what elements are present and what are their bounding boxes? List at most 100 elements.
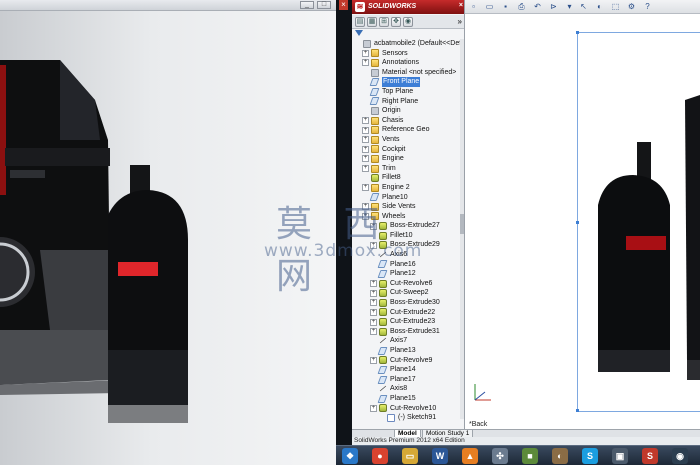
expand-icon[interactable]: +: [362, 203, 369, 211]
expand-icon[interactable]: +: [362, 49, 369, 57]
tree-item[interactable]: + Annotations: [352, 58, 460, 68]
tree-item[interactable]: Axis8: [352, 384, 460, 394]
network-icon[interactable]: ✣: [492, 448, 508, 464]
tree-item[interactable]: Plane17: [352, 375, 460, 385]
monitor-icon[interactable]: ▣: [612, 448, 628, 464]
tree-item-label: Trim: [382, 164, 396, 172]
expand-icon[interactable]: +: [362, 145, 369, 153]
tree-item[interactable]: Right Plane: [352, 97, 460, 107]
tree-item[interactable]: + Side Vents: [352, 202, 460, 212]
tree-item[interactable]: (-) Sketch91: [352, 413, 460, 423]
tree-item[interactable]: Plane14: [352, 365, 460, 375]
expand-icon[interactable]: +: [370, 318, 377, 326]
tree-item[interactable]: + Vents: [352, 135, 460, 145]
expand-icon[interactable]: +: [370, 289, 377, 297]
axis-icon: [379, 337, 387, 344]
tree-filter-row[interactable]: [352, 30, 464, 39]
property-manager-tab-icon[interactable]: ▦: [367, 17, 377, 27]
word-icon[interactable]: W: [432, 448, 448, 464]
tree-item-label: Cut-Extrude23: [390, 318, 436, 326]
chrome-icon[interactable]: ●: [372, 448, 388, 464]
tree-item[interactable]: + Cut-Revolve6: [352, 279, 460, 289]
close-icon[interactable]: ×: [339, 0, 348, 10]
tree-item[interactable]: + Cut-Revolve9: [352, 356, 460, 366]
expand-icon[interactable]: +: [370, 222, 377, 230]
expand-icon[interactable]: +: [362, 212, 369, 220]
expand-icon[interactable]: +: [362, 184, 369, 192]
expand-icon[interactable]: +: [370, 356, 377, 364]
tree-item[interactable]: Fillet10: [352, 231, 460, 241]
tree-item[interactable]: Material <not specified>: [352, 68, 460, 78]
dimxpert-tab-icon[interactable]: ✥: [391, 17, 401, 27]
media-icon[interactable]: ◐: [552, 448, 568, 464]
tree-item[interactable]: acbatmobile2 (Default<<Defau: [352, 39, 464, 49]
feature-manager-tab-icon[interactable]: ▤: [355, 17, 365, 27]
feat-icon: [379, 289, 387, 298]
tree-item[interactable]: + Cut-Extrude22: [352, 308, 460, 318]
left-graphics-viewport[interactable]: _ □: [0, 0, 336, 465]
tree-item[interactable]: + Cut-Extrude23: [352, 317, 460, 327]
tree-item-label: Engine 2: [382, 183, 410, 191]
windows-start-icon[interactable]: ❖: [342, 448, 358, 464]
expand-icon[interactable]: +: [362, 155, 369, 163]
tree-item[interactable]: Plane16: [352, 260, 460, 270]
expand-icon[interactable]: +: [362, 136, 369, 144]
expand-icon[interactable]: +: [362, 165, 369, 173]
tree-item[interactable]: Axis6: [352, 250, 460, 260]
tree-item[interactable]: + Boss-Extrude30: [352, 298, 460, 308]
tree-item[interactable]: Fillet8: [352, 173, 460, 183]
plane-icon: [377, 394, 388, 403]
solidworks-icon[interactable]: S: [642, 448, 658, 464]
tree-item[interactable]: + Engine: [352, 154, 460, 164]
expand-icon[interactable]: +: [362, 117, 369, 125]
skype-icon[interactable]: S: [582, 448, 598, 464]
expand-icon[interactable]: +: [362, 126, 369, 134]
tree-item[interactable]: Plane12: [352, 269, 460, 279]
gen-icon: [371, 68, 379, 77]
expand-icon[interactable]: +: [370, 241, 377, 249]
plane-icon: [377, 346, 388, 355]
tree-item[interactable]: Plane13: [352, 346, 460, 356]
window-splitter[interactable]: ×: [336, 0, 352, 465]
right-graphics-viewport[interactable]: ▫ ▭ ▪ ⎙ ↶ ⊳ ▾ ↖ ◐ ⬚ ⚙ ? *Back: [465, 0, 700, 445]
panel-close-icon[interactable]: ×: [459, 2, 463, 9]
expand-icon[interactable]: +: [370, 404, 377, 412]
funnel-icon[interactable]: [355, 30, 363, 36]
tree-item-label: Plane15: [390, 394, 416, 402]
expand-icon[interactable]: +: [362, 59, 369, 67]
plane-icon: [369, 97, 380, 106]
expand-icon[interactable]: +: [370, 328, 377, 336]
tree-item[interactable]: + Reference Geo: [352, 125, 460, 135]
display-manager-tab-icon[interactable]: ◉: [403, 17, 413, 27]
tree-item-label: Engine: [382, 155, 404, 163]
tree-item[interactable]: Plane10: [352, 193, 460, 203]
folder-icon: [371, 116, 379, 125]
steam-icon[interactable]: ◉: [672, 448, 688, 464]
tree-item[interactable]: Axis7: [352, 336, 460, 346]
tree-item[interactable]: + Sensors: [352, 49, 460, 59]
minecraft-icon[interactable]: ■: [522, 448, 538, 464]
tree-item[interactable]: Front Plane: [352, 77, 460, 87]
expand-icon[interactable]: +: [370, 308, 377, 316]
expand-icon[interactable]: +: [370, 280, 377, 288]
expand-chevron-icon[interactable]: »: [458, 17, 462, 26]
tree-item[interactable]: + Boss-Extrude31: [352, 327, 460, 337]
tree-item-label: Boss-Extrude29: [390, 241, 440, 249]
tree-item[interactable]: + Chasis: [352, 116, 460, 126]
feat-icon: [379, 356, 387, 365]
tree-item[interactable]: + Engine 2: [352, 183, 460, 193]
tree-item[interactable]: + Cut-Sweep2: [352, 288, 460, 298]
tree-item[interactable]: Plane15: [352, 394, 460, 404]
configuration-manager-tab-icon[interactable]: ⊞: [379, 17, 389, 27]
vlc-icon[interactable]: ▲: [462, 448, 478, 464]
tree-item[interactable]: + Wheels: [352, 212, 460, 222]
tree-item[interactable]: Origin: [352, 106, 460, 116]
tree-item[interactable]: + Cockpit: [352, 145, 460, 155]
tree-item[interactable]: + Boss-Extrude27: [352, 221, 460, 231]
tree-item[interactable]: + Boss-Extrude29: [352, 240, 460, 250]
expand-icon[interactable]: +: [370, 299, 377, 307]
tree-item[interactable]: Top Plane: [352, 87, 460, 97]
tree-item[interactable]: + Cut-Revolve10: [352, 404, 460, 414]
tree-item[interactable]: + Trim: [352, 164, 460, 174]
folder-icon[interactable]: ▭: [402, 448, 418, 464]
